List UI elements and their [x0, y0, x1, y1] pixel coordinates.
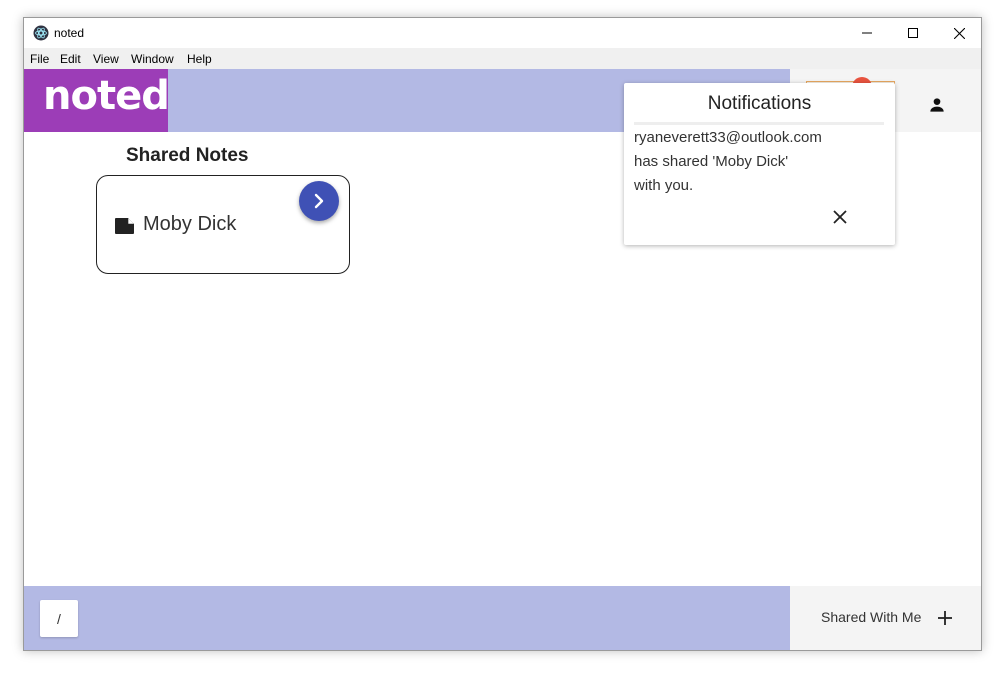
open-note-button[interactable]	[299, 181, 339, 221]
plus-icon	[938, 611, 952, 625]
note-card[interactable]: Moby Dick	[96, 175, 350, 274]
app-icon	[33, 25, 49, 41]
note-icon	[115, 218, 134, 234]
dismiss-notification-button[interactable]	[830, 207, 850, 227]
menu-edit[interactable]: Edit	[60, 52, 81, 66]
chevron-right-icon	[314, 193, 324, 209]
note-title: Moby Dick	[143, 213, 237, 235]
footer-bar	[24, 586, 790, 650]
close-icon	[833, 210, 847, 224]
window-title: noted	[54, 26, 85, 40]
menu-file[interactable]: File	[30, 52, 49, 66]
close-icon	[953, 27, 965, 39]
person-icon	[930, 98, 944, 112]
shared-with-me-label[interactable]: Shared With Me	[821, 609, 921, 625]
add-button[interactable]	[934, 607, 956, 629]
close-window-button[interactable]	[936, 18, 981, 48]
maximize-icon	[908, 28, 918, 38]
notification-message: has shared 'Moby Dick'	[634, 153, 789, 170]
menu-window[interactable]: Window	[131, 52, 174, 66]
minimize-button[interactable]	[844, 18, 890, 48]
logo: noted	[24, 69, 170, 132]
app-window: noted File Edit View Window Help noted S…	[23, 17, 982, 651]
title-bar: noted	[24, 18, 981, 48]
notifications-title: Notifications	[707, 93, 812, 114]
account-button[interactable]	[922, 90, 952, 120]
logo-text: noted	[43, 73, 170, 119]
notification-sender: ryaneverett33@outlook.com	[634, 129, 822, 146]
menu-help[interactable]: Help	[187, 52, 212, 66]
notifications-divider	[634, 122, 884, 125]
maximize-button[interactable]	[890, 18, 936, 48]
section-title: Shared Notes	[126, 145, 249, 166]
notification-message-end: with you.	[634, 177, 694, 194]
notifications-popover: Notifications ryaneverett33@outlook.com …	[624, 83, 895, 245]
menu-bar: File Edit View Window Help	[24, 48, 981, 69]
menu-view[interactable]: View	[93, 52, 119, 66]
minimize-icon	[862, 32, 872, 34]
path-button[interactable]: /	[40, 600, 78, 637]
